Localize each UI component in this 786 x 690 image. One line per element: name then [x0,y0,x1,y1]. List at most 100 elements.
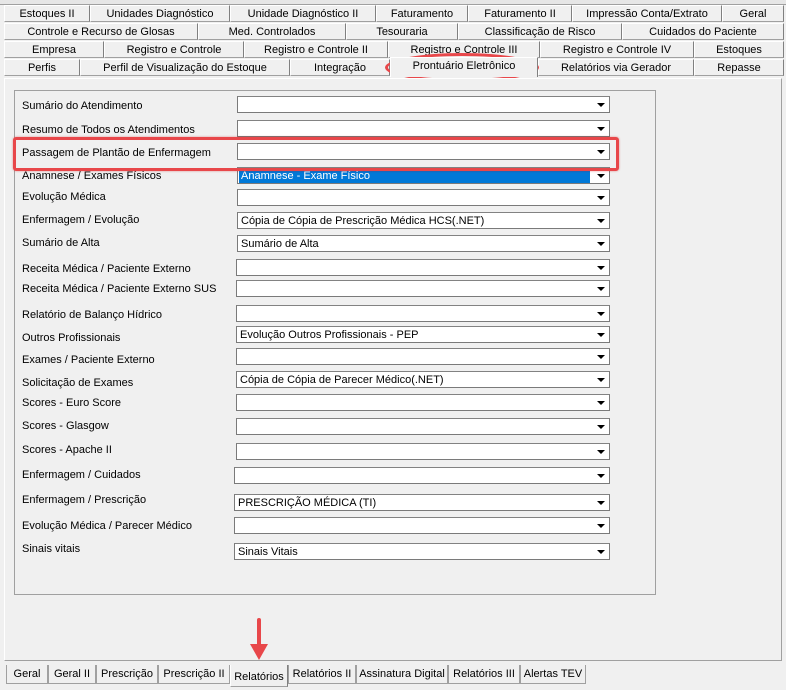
report-select[interactable]: Cópia de Cópia de Parecer Médico(.NET) [236,371,610,388]
tab-label: Controle e Recurso de Glosas [27,26,175,38]
report-select[interactable] [236,418,610,435]
chevron-down-icon[interactable] [593,236,609,251]
field-label: Exames / Paciente Externo [22,354,155,366]
tab-faturamento-ii[interactable]: Faturamento II [468,5,572,22]
chevron-down-icon[interactable] [593,495,609,510]
chevron-down-icon[interactable] [593,260,609,275]
tab-label: Prescrição [101,668,153,680]
tab-controle-glosas[interactable]: Controle e Recurso de Glosas [4,23,198,40]
chevron-down-icon[interactable] [593,544,609,559]
tab-bottom-relatorios-iii[interactable]: Relatórios III [448,665,520,684]
tab-perfis[interactable]: Perfis [4,59,80,76]
tab-registro-controle-ii[interactable]: Registro e Controle II [244,41,388,58]
tab-prontuario-eletronico[interactable]: Prontuário Eletrônico [390,57,538,77]
tab-registro-controle-iii[interactable]: Registro e Controle III [388,41,540,58]
tab-bottom-relatorios[interactable]: Relatórios [230,665,288,687]
tab-classificacao-risco[interactable]: Classificação de Risco [458,23,622,40]
report-select[interactable]: Sinais Vitais [234,543,610,560]
report-select[interactable] [237,120,610,137]
chevron-down-icon[interactable] [593,306,609,321]
report-select[interactable] [234,467,610,484]
report-select[interactable] [236,259,610,276]
chevron-down-icon[interactable] [593,121,609,136]
select-value: Evolução Outros Profissionais - PEP [240,329,419,341]
tab-unidade-diagnostico-ii[interactable]: Unidade Diagnóstico II [230,5,376,22]
tab-registro-controle-iv[interactable]: Registro e Controle IV [540,41,694,58]
field-label: Receita Médica / Paciente Externo SUS [22,283,217,295]
report-select[interactable] [236,394,610,411]
report-select[interactable]: PRESCRIÇÃO MÉDICA (TI) [234,494,610,511]
field-label: Enfermagem / Cuidados [22,469,141,481]
tab-label: Alertas TEV [523,668,583,680]
field-label: Scores - Euro Score [22,397,122,409]
chevron-down-icon[interactable] [593,281,609,296]
select-value: Anamnese - Exame Físico [239,169,590,183]
tab-estoques-ii[interactable]: Estoques II [4,5,90,22]
tab-perfil-visualizacao[interactable]: Perfil de Visualização do Estoque [80,59,290,76]
tab-label: Perfil de Visualização do Estoque [103,62,267,74]
chevron-down-icon[interactable] [593,419,609,434]
field-label: Scores - Glasgow [22,420,109,432]
tab-registro-controle[interactable]: Registro e Controle [104,41,244,58]
tab-bottom-geral[interactable]: Geral [6,665,48,684]
chevron-down-icon[interactable] [593,190,609,205]
select-value: Sinais Vitais [238,546,298,558]
tab-row-1: Estoques II Unidades Diagnóstico Unidade… [2,5,784,23]
tab-impressao-conta[interactable]: Impressão Conta/Extrato [572,5,722,22]
chevron-down-icon[interactable] [593,97,609,112]
report-select[interactable]: Sumário de Alta [237,235,610,252]
chevron-down-icon[interactable] [593,327,609,342]
report-select[interactable]: Evolução Outros Profissionais - PEP [236,326,610,343]
field-label: Sinais vitais [22,543,81,555]
tab-bottom-geral-ii[interactable]: Geral II [48,665,96,684]
tab-row-4: Perfis Perfil de Visualização do Estoque… [2,57,784,77]
chevron-down-icon[interactable] [593,518,609,533]
tab-geral[interactable]: Geral [722,5,784,22]
tab-bottom-alertas-tev[interactable]: Alertas TEV [520,665,586,684]
chevron-down-icon[interactable] [593,144,609,159]
tab-bottom-assinatura-digital[interactable]: Assinatura Digital [356,665,448,684]
report-select[interactable] [237,96,610,113]
report-select[interactable]: Cópia de Cópia de Prescrição Médica HCS(… [237,212,610,229]
report-select[interactable] [236,348,610,365]
report-select[interactable] [236,443,610,460]
tab-estoques[interactable]: Estoques [694,41,784,58]
tab-tesouraria[interactable]: Tesouraria [346,23,458,40]
report-select[interactable]: Anamnese - Exame Físico [237,167,610,184]
tab-bottom-prescricao[interactable]: Prescrição [96,665,158,684]
report-select[interactable] [237,189,610,206]
chevron-down-icon[interactable] [593,395,609,410]
tab-empresa[interactable]: Empresa [4,41,104,58]
report-select[interactable] [236,280,610,297]
tab-bottom-relatorios-ii[interactable]: Relatórios II [288,665,356,684]
tab-repasse[interactable]: Repasse [694,59,784,76]
arrow-down-icon [250,618,268,660]
chevron-down-icon[interactable] [593,349,609,364]
report-select[interactable] [236,305,610,322]
field-label: Receita Médica / Paciente Externo [22,263,191,275]
report-select[interactable] [237,143,610,160]
tab-bottom-prescricao-ii[interactable]: Prescrição II [158,665,230,684]
tab-integracao[interactable]: Integração [290,59,390,76]
tab-unidades-diagnostico[interactable]: Unidades Diagnóstico [90,5,230,22]
tab-label: Relatórios via Gerador [560,62,672,74]
tab-row-2: Controle e Recurso de Glosas Med. Contro… [2,23,784,41]
chevron-down-icon[interactable] [593,213,609,228]
tab-faturamento[interactable]: Faturamento [376,5,468,22]
tab-label: Faturamento [390,8,454,20]
field-label: Enfermagem / Evolução [22,214,140,226]
field-label: Sumário de Alta [22,237,100,249]
tab-cuidados-paciente[interactable]: Cuidados do Paciente [622,23,784,40]
tab-label: Perfis [27,62,57,74]
chevron-down-icon[interactable] [593,372,609,387]
report-select[interactable] [234,517,610,534]
field-label: Anamnese / Exames Físicos [22,170,162,182]
tab-label: Tesouraria [376,26,428,38]
field-label: Scores - Apache II [22,444,112,456]
chevron-down-icon[interactable] [593,444,609,459]
chevron-down-icon[interactable] [593,168,609,183]
chevron-down-icon[interactable] [593,468,609,483]
select-value: Cópia de Cópia de Prescrição Médica HCS(… [241,215,485,227]
tab-med-controlados[interactable]: Med. Controlados [198,23,346,40]
tab-relatorios-via-gerador[interactable]: Relatórios via Gerador [538,59,694,76]
